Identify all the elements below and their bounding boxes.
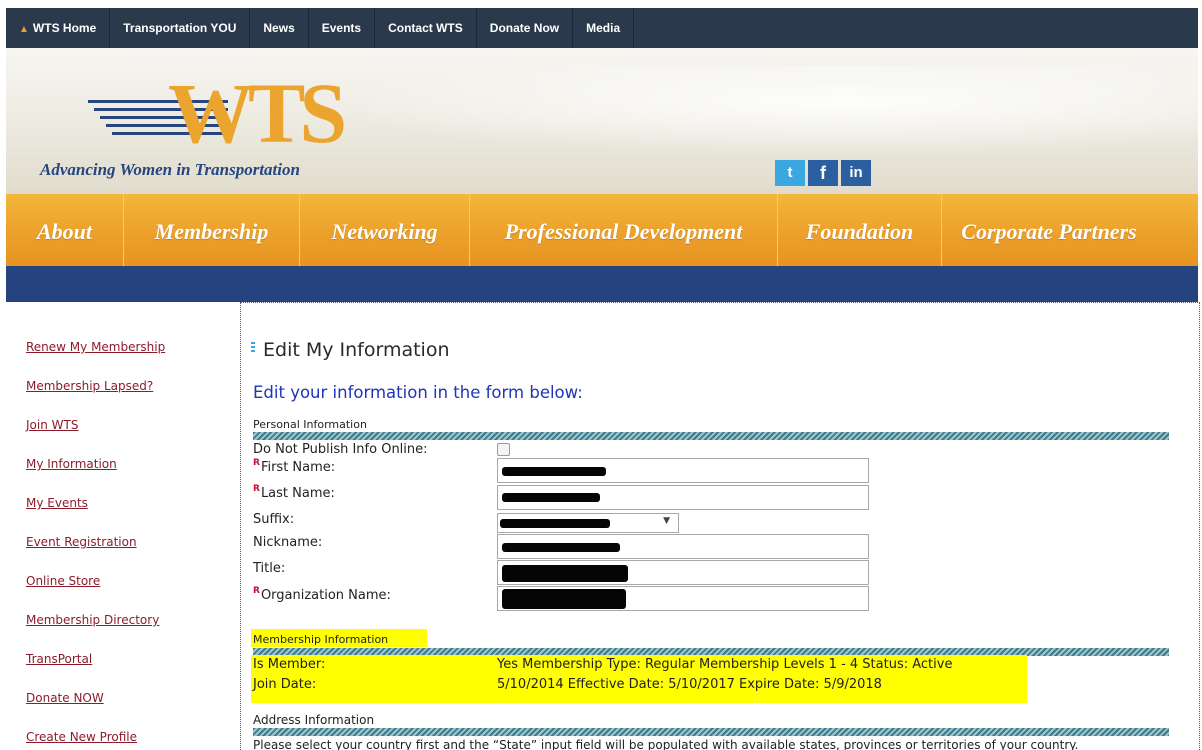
topnav-donate-now[interactable]: Donate Now [477,8,574,48]
mainnav-professional-development[interactable]: Professional Development [470,194,778,266]
page-title-text: Edit My Information [263,339,450,361]
sidebar-item-event-registration[interactable]: Event Registration [26,535,226,574]
redaction-mark [502,589,626,609]
topnav-news[interactable]: News [250,8,309,48]
personal-info-heading: Personal Information [253,418,367,431]
sidebar-item-membership-lapsed[interactable]: Membership Lapsed? [26,379,226,418]
title-bullet-icon [251,342,255,352]
do-not-publish-checkbox[interactable] [497,443,510,456]
main-nav: About Membership Networking Professional… [6,194,1198,266]
site-header: WTS Advancing Women in Transportation t … [6,48,1198,194]
header-background-swoosh [306,66,1198,156]
do-not-publish-label: Do Not Publish Info Online: [253,442,428,457]
mainnav-corporate-partners[interactable]: Corporate Partners [942,194,1156,266]
sidebar-item-membership-directory[interactable]: Membership Directory [26,613,226,652]
twitter-icon[interactable]: t [775,160,805,186]
sidebar-item-donate-now[interactable]: Donate NOW [26,691,226,730]
topnav-media[interactable]: Media [573,8,635,48]
sidebar-item-my-information[interactable]: My Information [26,457,226,496]
wts-logo[interactable]: WTS [88,70,348,150]
organization-name-input[interactable] [497,586,869,611]
join-date-value: 5/10/2014 Effective Date: 5/10/2017 Expi… [497,677,882,692]
last-name-label-text: Last Name: [260,486,335,501]
organization-name-label-text: Organization Name: [260,588,391,603]
address-info-divider [253,728,1169,736]
personal-info-divider [253,432,1169,440]
is-member-label: Is Member: [253,657,326,672]
top-nav-bar: ▲ WTS Home Transportation YOU News Events… [6,8,1198,48]
linkedin-icon[interactable]: in [841,160,871,186]
first-name-input[interactable] [497,458,869,483]
first-name-label-text: First Name: [260,460,336,475]
sidebar-menu: Renew My Membership Membership Lapsed? J… [26,340,226,750]
topnav-wts-home[interactable]: ▲ WTS Home [6,8,111,48]
redaction-mark [500,519,610,528]
topnav-events[interactable]: Events [309,8,376,48]
home-icon: ▲ [19,24,29,35]
required-marker: R [253,484,260,494]
sidebar-item-online-store[interactable]: Online Store [26,574,226,613]
organization-name-label: ROrganization Name: [253,586,391,603]
membership-info-heading: Membership Information [253,633,389,646]
address-instructions: Please select your country first and the… [253,738,1079,750]
sidebar-item-transportal[interactable]: TransPortal [26,652,226,691]
title-label: Title: [253,561,286,576]
page-title: Edit My Information [251,339,450,361]
last-name-label: RLast Name: [253,484,335,501]
join-date-label: Join Date: [253,677,317,692]
content-frame: Edit My Information Edit your informatio… [240,302,1200,750]
last-name-input[interactable] [497,485,869,510]
required-marker: R [253,458,260,468]
mainnav-membership[interactable]: Membership [124,194,300,266]
sidebar-item-create-new-profile[interactable]: Create New Profile [26,730,226,750]
facebook-icon[interactable]: f [808,160,838,186]
topnav-contact-wts[interactable]: Contact WTS [375,8,477,48]
redaction-mark [502,467,606,476]
chevron-down-icon: ▼ [663,516,670,526]
is-member-value: Yes Membership Type: Regular Membership … [497,657,953,672]
mainnav-networking[interactable]: Networking [300,194,470,266]
sidebar-item-my-events[interactable]: My Events [26,496,226,535]
first-name-label: RFirst Name: [253,458,335,475]
title-input[interactable] [497,560,869,585]
topnav-transportation-you[interactable]: Transportation YOU [110,8,251,48]
suffix-label: Suffix: [253,512,295,527]
suffix-select[interactable]: ▼ [497,513,679,533]
mainnav-foundation[interactable]: Foundation [778,194,942,266]
form-subtitle: Edit your information in the form below: [253,383,583,402]
sidebar-item-join-wts[interactable]: Join WTS [26,418,226,457]
social-links: t f in [775,160,871,186]
nickname-label: Nickname: [253,535,323,550]
redaction-mark [502,543,620,552]
redaction-mark [502,565,628,582]
redaction-mark [502,493,600,502]
logo-wordmark: WTS [168,70,344,150]
blue-divider-bar [6,266,1198,302]
required-marker: R [253,586,260,596]
nickname-input[interactable] [497,534,869,559]
topnav-wts-home-label: WTS Home [32,21,97,35]
site-tagline: Advancing Women in Transportation [40,160,300,179]
address-info-heading: Address Information [253,713,375,727]
sidebar-item-renew-membership[interactable]: Renew My Membership [26,340,226,379]
mainnav-about[interactable]: About [6,194,124,266]
